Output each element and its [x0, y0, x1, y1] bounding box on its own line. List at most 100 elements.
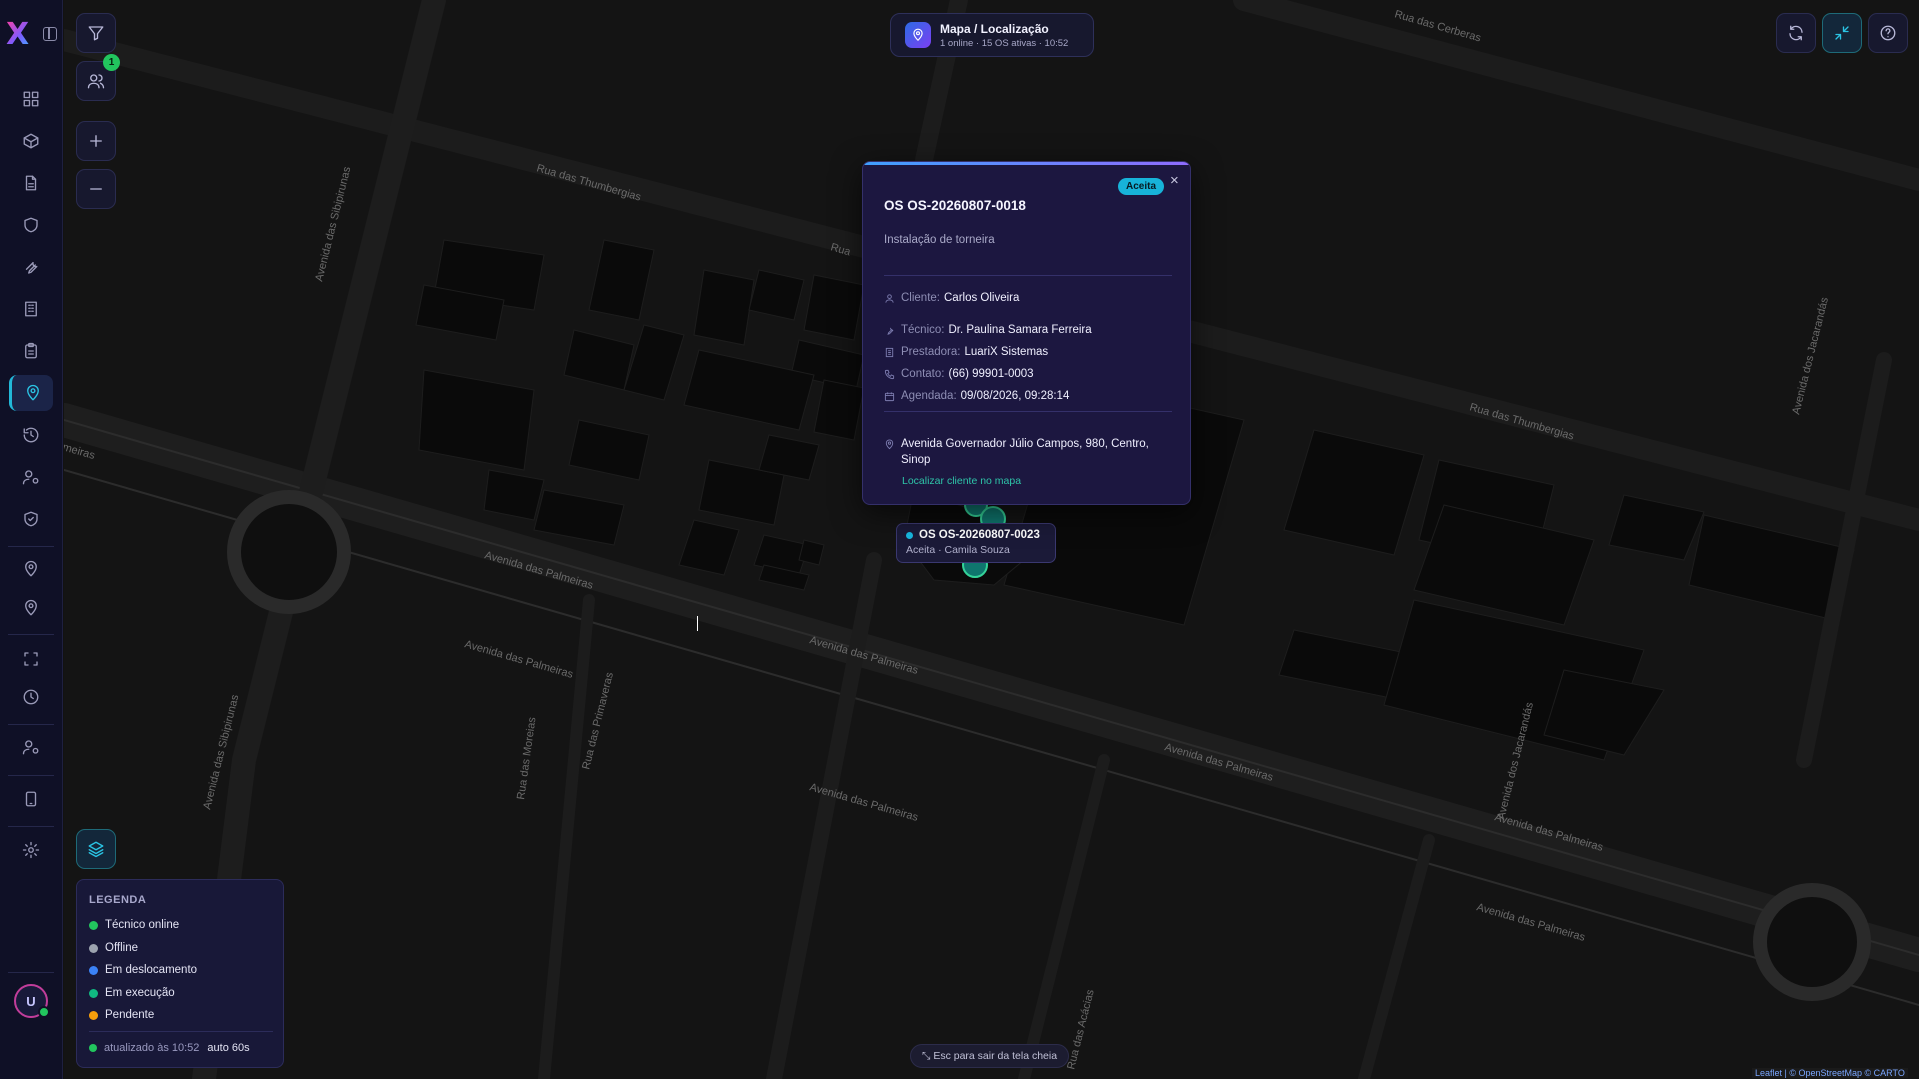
- scheduled-value: 09/08/2026, 09:28:14: [960, 390, 1070, 402]
- sidebar-item-mobile[interactable]: [9, 781, 53, 817]
- location-icon: [25, 560, 37, 577]
- building-icon: [885, 347, 894, 357]
- legend-divider: [89, 1031, 273, 1032]
- popup-provider-row: Prestadora: LuariX Sistemas: [884, 346, 1048, 358]
- sidebar-item-history[interactable]: [9, 417, 53, 453]
- dashboard-icon: [23, 91, 39, 107]
- expand-icon: [24, 652, 38, 666]
- page-header: Mapa / Localização 1 online · 15 OS ativ…: [890, 13, 1094, 57]
- sidebar-item-users[interactable]: [9, 459, 53, 495]
- client-label: Cliente:: [901, 292, 940, 304]
- plus-icon: [90, 135, 102, 147]
- sidebar-item-tools[interactable]: [9, 249, 53, 285]
- sidebar-collapse-icon[interactable]: [43, 27, 57, 41]
- sidebar-item-scan[interactable]: [9, 641, 53, 677]
- sidebar-item-settings[interactable]: [9, 832, 53, 868]
- box-icon: [23, 133, 39, 149]
- calendar-icon: [884, 391, 895, 401]
- map-attribution[interactable]: Leaflet | © OpenStreetMap © CARTO: [1752, 1068, 1908, 1078]
- app-root: X U Rua das Thumbergias Rua das Cerberas…: [0, 0, 1919, 1079]
- provider-label: Prestadora:: [901, 346, 961, 358]
- technicians-count-badge: 1: [103, 54, 120, 71]
- esc-hint-text: Esc para sair da tela cheia: [933, 1050, 1058, 1062]
- history-icon: [23, 427, 39, 443]
- contact-value[interactable]: (66) 99901-0003: [948, 368, 1033, 380]
- online-status-dot: [38, 1006, 50, 1018]
- sidebar-item-documents[interactable]: [9, 165, 53, 201]
- legend-item: Offline: [89, 942, 138, 954]
- os-popup: Aceita × OS OS-20260807-0018 Instalação …: [862, 161, 1191, 505]
- locate-client-link[interactable]: Localizar cliente no mapa: [902, 475, 1021, 487]
- sidebar-divider: [8, 724, 54, 725]
- popup-title: OS OS-20260807-0018: [884, 198, 1026, 213]
- zoom-out-button[interactable]: [76, 169, 116, 209]
- file-text-icon: [25, 175, 37, 191]
- sidebar-item-addresses[interactable]: [9, 590, 53, 626]
- tablet-icon: [25, 791, 37, 807]
- minus-icon: [90, 188, 102, 190]
- building-icon: [25, 301, 37, 317]
- close-icon[interactable]: ×: [1170, 172, 1179, 189]
- sidebar-item-products[interactable]: [9, 123, 53, 159]
- legend-dot: [89, 988, 98, 998]
- settings-icon: [22, 841, 40, 859]
- help-button[interactable]: [1868, 13, 1908, 53]
- exit-fullscreen-hint: ⤡ Esc para sair da tela cheia: [910, 1044, 1070, 1068]
- client-value: Carlos Oliveira: [944, 292, 1020, 304]
- marker-tooltip: OS OS-20260807-0023 Aceita · Camila Souz…: [896, 523, 1056, 563]
- legend-item: Pendente: [89, 1009, 154, 1021]
- auto-refresh-text: auto 60s: [207, 1042, 250, 1054]
- legend-dot: [89, 943, 98, 953]
- technician-value: Dr. Paulina Samara Ferreira: [948, 324, 1092, 336]
- user-icon: [885, 293, 894, 303]
- sidebar-item-dashboard[interactable]: [9, 81, 53, 117]
- map-pin-icon: [905, 22, 931, 48]
- zoom-in-button[interactable]: [76, 121, 116, 161]
- legend-title: LEGENDA: [89, 894, 147, 906]
- legend-dot: [89, 1010, 98, 1020]
- scheduled-label: Agendada:: [901, 390, 957, 402]
- map-pin-icon: [26, 384, 39, 401]
- exit-fullscreen-button[interactable]: [1822, 13, 1862, 53]
- shield-icon: [24, 217, 38, 233]
- popup-client-row: Cliente: Carlos Oliveira: [884, 292, 1019, 304]
- legend-item: Técnico online: [89, 919, 179, 931]
- refresh-button[interactable]: [1776, 13, 1816, 53]
- page-subtitle: 1 online · 15 OS ativas · 10:52: [940, 37, 1069, 49]
- location-alt-icon: [25, 599, 37, 616]
- map-pin-icon: [885, 439, 894, 450]
- layers-button[interactable]: [76, 829, 116, 869]
- popup-divider: [884, 411, 1172, 412]
- legend-label: Em execução: [105, 987, 175, 999]
- sidebar-item-security[interactable]: [9, 207, 53, 243]
- sidebar-item-buildings[interactable]: [9, 291, 53, 327]
- app-logo[interactable]: X: [6, 20, 36, 50]
- sidebar-item-permissions[interactable]: [9, 501, 53, 537]
- filter-button[interactable]: [76, 13, 116, 53]
- legend-label: Pendente: [105, 1009, 155, 1021]
- popup-description: Instalação de torneira: [884, 234, 995, 246]
- help-icon: [1880, 25, 1896, 41]
- legend-dot: [89, 965, 98, 975]
- sidebar-item-orders[interactable]: [9, 333, 53, 369]
- wrench-icon: [25, 262, 38, 274]
- layers-icon: [88, 841, 104, 858]
- contact-label: Contato:: [901, 368, 945, 380]
- text-cursor: [697, 616, 698, 631]
- status-dot: [906, 531, 913, 539]
- technician-label: Técnico:: [901, 324, 945, 336]
- sidebar-item-map[interactable]: [9, 375, 53, 411]
- sidebar-item-team[interactable]: [9, 729, 53, 765]
- popup-scheduled-row: Agendada: 09/08/2026, 09:28:14: [884, 390, 1069, 402]
- address-value: Avenida Governador Júlio Campos, 980, Ce…: [901, 438, 1149, 466]
- sidebar-item-schedule[interactable]: [9, 679, 53, 715]
- sidebar-item-locations[interactable]: [9, 551, 53, 587]
- sidebar: X U: [0, 0, 63, 1079]
- sidebar-divider: [8, 634, 54, 635]
- tooltip-title: OS OS-20260807-0023: [919, 529, 1040, 541]
- sidebar-divider: [8, 826, 54, 827]
- provider-value: LuariX Sistemas: [964, 346, 1049, 358]
- clipboard-icon: [25, 342, 37, 359]
- minimize-icon: [1835, 26, 1849, 40]
- user-settings-icon: [22, 740, 39, 755]
